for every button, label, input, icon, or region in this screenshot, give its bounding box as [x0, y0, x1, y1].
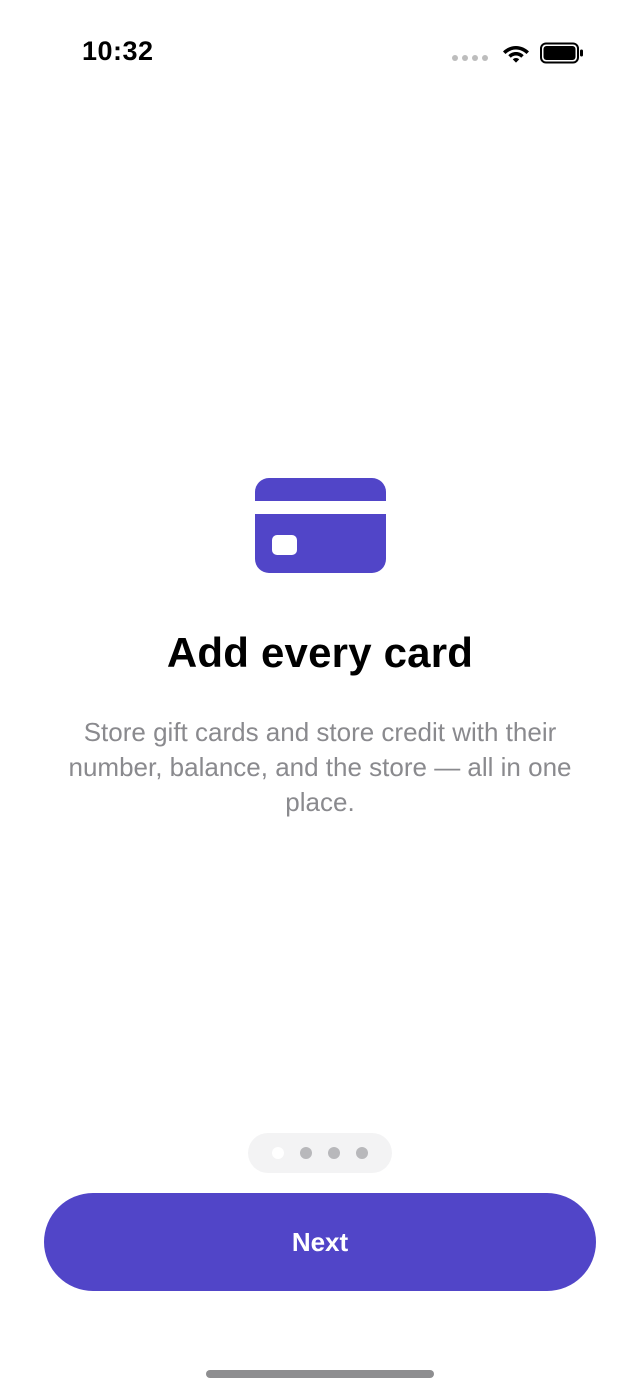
- home-indicator[interactable]: [206, 1370, 434, 1378]
- page-dot-3[interactable]: [328, 1147, 340, 1159]
- onboarding-content: Add every card Store gift cards and stor…: [0, 478, 640, 820]
- page-dot-4[interactable]: [356, 1147, 368, 1159]
- status-bar: 10:32: [0, 0, 640, 100]
- page-description: Store gift cards and store credit with t…: [68, 717, 572, 817]
- page-indicator[interactable]: [248, 1133, 392, 1173]
- page-title: Add every card: [166, 629, 474, 676]
- signal-dots-icon: [452, 55, 488, 61]
- status-icons: [452, 40, 584, 66]
- page-dot-1[interactable]: [272, 1147, 284, 1159]
- wifi-icon: [503, 46, 529, 63]
- battery-icon: [540, 42, 583, 64]
- credit-card-icon: [254, 478, 386, 573]
- status-time: 10:32: [82, 36, 154, 66]
- next-button[interactable]: Next: [44, 1193, 596, 1291]
- page-dot-2[interactable]: [300, 1147, 312, 1159]
